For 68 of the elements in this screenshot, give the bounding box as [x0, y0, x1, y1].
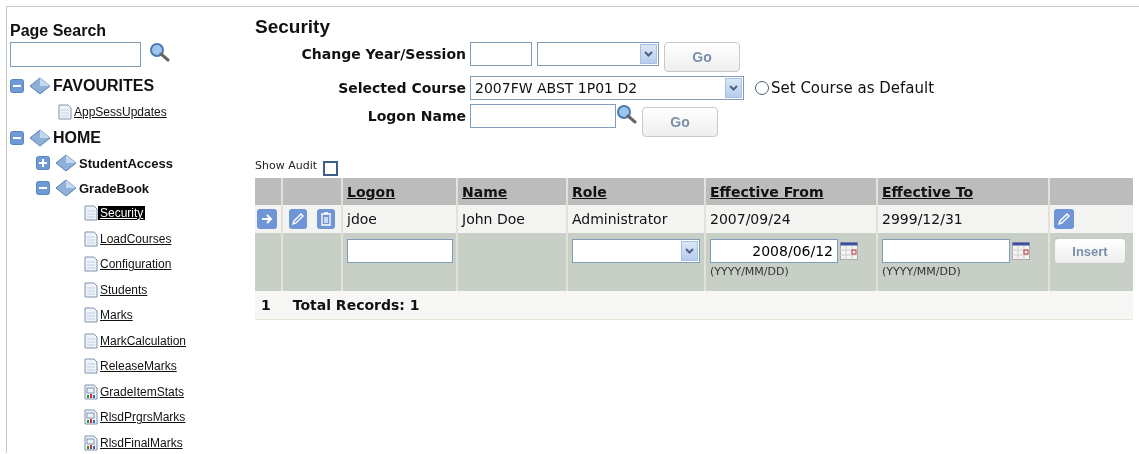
sidebar-title: Page Search [10, 22, 108, 40]
year-field[interactable] [470, 42, 532, 66]
calendar-icon[interactable] [840, 242, 858, 260]
effective-to-input[interactable] [882, 239, 1010, 263]
field-label: Change Year/Session [300, 45, 466, 62]
calendar-icon[interactable] [1012, 242, 1030, 260]
tree-page-link[interactable]: MarkCalculation [98, 333, 189, 348]
tree-folder[interactable]: FAVOURITES [53, 77, 155, 95]
tree-page-link[interactable]: Configuration [98, 257, 174, 272]
delete-icon[interactable] [317, 209, 335, 229]
logon-name-field[interactable] [470, 104, 616, 128]
table-cell: John Doe [462, 211, 525, 227]
session-select[interactable] [537, 42, 659, 66]
document-icon [84, 281, 98, 298]
document-icon [84, 230, 98, 247]
tree-folder[interactable]: StudentAccess [79, 155, 173, 171]
tree-page-link[interactable]: RlsdFinalMarks [98, 435, 185, 450]
edit-icon[interactable] [289, 209, 307, 229]
table-cell: Administrator [572, 211, 668, 227]
document-icon [84, 332, 98, 349]
diamond-icon [55, 154, 77, 172]
tree-folder[interactable]: HOME [53, 128, 101, 147]
search-icon[interactable] [149, 42, 171, 62]
diamond-icon [29, 77, 51, 95]
tree-folder[interactable]: GradeBook [79, 180, 150, 196]
collapse-icon[interactable] [10, 130, 24, 145]
document-icon [58, 103, 72, 120]
date-format-hint: (YYYY/MM/DD) [710, 265, 790, 278]
radio-button[interactable] [755, 81, 769, 95]
page-search-field[interactable] [10, 42, 141, 67]
report-icon [84, 409, 98, 426]
tree-page-link[interactable]: ReleaseMarks [98, 359, 179, 374]
logon-input[interactable] [347, 239, 453, 263]
effective-from-input[interactable]: 2008/06/12 [710, 239, 838, 263]
show-audit-checkbox[interactable] [323, 161, 339, 176]
tree-page-link[interactable]: RlsdPrgrsMarks [98, 410, 188, 425]
field-label: Logon Name [366, 107, 466, 124]
tree-page-link[interactable]: Students [98, 282, 150, 297]
report-icon [84, 434, 98, 451]
tree-page-link[interactable]: AppSessUpdates [72, 104, 169, 119]
page-number[interactable]: 1 [261, 297, 271, 313]
report-icon [84, 383, 98, 400]
role-select[interactable] [572, 239, 700, 263]
tree-page-link[interactable]: GradeItemStats [98, 384, 187, 399]
field-label: Selected Course [337, 79, 466, 96]
total-records: Total Records: 1 [292, 297, 420, 313]
document-icon [84, 358, 98, 375]
diamond-icon [55, 179, 77, 197]
radio-label: Set Course as Default [771, 79, 935, 97]
document-icon [84, 307, 98, 324]
table-cell: 2007/09/24 [710, 211, 791, 227]
diamond-icon [29, 128, 51, 147]
table-cell: jdoe [347, 211, 377, 227]
edit-icon[interactable] [1054, 209, 1074, 229]
collapse-icon[interactable] [36, 181, 50, 195]
tree-page-link[interactable]: Marks [98, 308, 135, 323]
document-icon [84, 256, 98, 273]
show-audit-label: Show Audit [255, 159, 318, 172]
tree-page-link[interactable]: Security [98, 206, 146, 221]
tree-page-link[interactable]: LoadCourses [98, 231, 174, 246]
document-icon [84, 205, 98, 222]
page-title: Security [255, 16, 331, 38]
course-select[interactable]: 2007FW ABST 1P01 D2 [470, 76, 744, 100]
search-icon[interactable] [616, 104, 638, 124]
table-cell: 2999/12/31 [882, 211, 963, 227]
collapse-icon[interactable] [10, 79, 24, 93]
date-format-hint: (YYYY/MM/DD) [882, 265, 962, 278]
expand-icon[interactable] [36, 156, 50, 170]
